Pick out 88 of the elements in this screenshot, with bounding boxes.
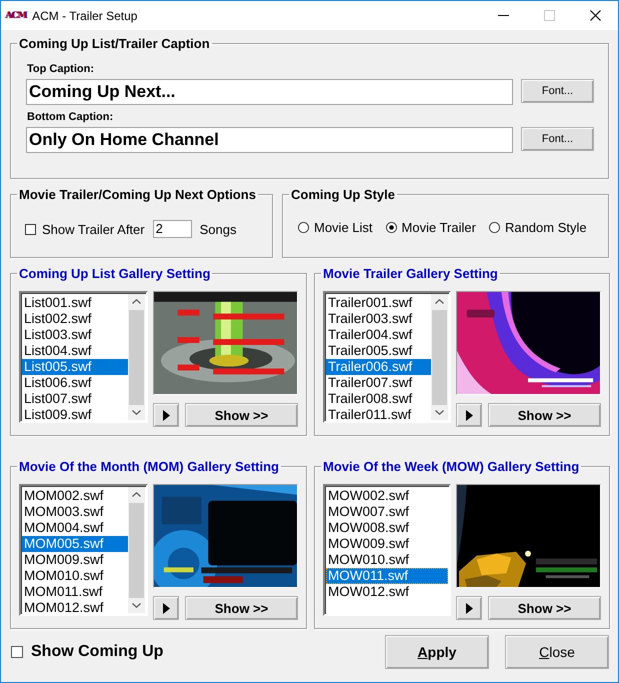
scroll-up-icon — [132, 299, 141, 304]
radio-button[interactable] — [298, 222, 309, 233]
list-item[interactable]: List001.swf — [22, 295, 128, 311]
radio-label: Movie Trailer — [402, 220, 476, 235]
file-list[interactable]: MOW002.swf MOW007.swf MOW008.swf MOW009.swf MOW010.swf MOW011.swf MOW012.swf — [323, 484, 451, 616]
play-button[interactable] — [456, 596, 482, 620]
list-item[interactable]: Trailer001.swf — [326, 295, 431, 311]
list-item[interactable]: MOW008.swf — [326, 520, 448, 536]
list-item[interactable]: Trailer003.swf — [326, 311, 431, 327]
list-item[interactable]: List003.swf — [22, 327, 128, 343]
list-item[interactable]: MOM012.swf — [22, 600, 128, 616]
list-item[interactable]: MOW011.swf — [326, 568, 448, 584]
close-dialog-button[interactable]: Close — [505, 635, 609, 669]
file-list[interactable]: List001.swf List002.swf List003.swf List004.swf List005.swf List006.swf List007.swf List009.swf — [19, 291, 148, 423]
radio-button[interactable] — [488, 222, 500, 233]
show-button[interactable]: Show >> — [488, 403, 601, 427]
list-item[interactable]: List009.swf — [22, 407, 128, 423]
group-title: Coming Up Style — [290, 187, 396, 202]
close-icon — [590, 10, 600, 21]
play-icon — [162, 410, 170, 420]
checkbox[interactable] — [25, 224, 36, 234]
font-button[interactable]: Font... — [521, 127, 594, 151]
show-button[interactable]: Show >> — [185, 403, 298, 427]
window-title: ACM - Trailer Setup — [32, 8, 138, 22]
list-item[interactable]: MOM005.swf — [22, 536, 128, 552]
scrollbar[interactable] — [431, 294, 448, 420]
list-item[interactable]: Trailer004.swf — [326, 327, 431, 343]
caption-field[interactable]: Coming Up Next... — [26, 79, 513, 105]
play-button[interactable] — [153, 596, 179, 620]
list-item[interactable]: Trailer011.swf — [326, 407, 431, 423]
scroll-down-icon — [132, 602, 141, 608]
group-title: Movie Of the Month (MOM) Gallery Setting — [18, 459, 280, 474]
checkbox-label: Show Trailer After — [42, 222, 145, 236]
scroll-up-icon — [132, 492, 141, 498]
list-item[interactable]: MOW002.swf — [326, 488, 448, 504]
font-button[interactable]: Font... — [521, 79, 594, 103]
list-item[interactable]: Trailer008.swf — [326, 391, 431, 407]
maximize-icon — [544, 10, 554, 21]
play-button[interactable] — [456, 403, 482, 427]
field-label: Bottom Caption: — [27, 111, 114, 123]
show-button[interactable]: Show >> — [185, 596, 298, 620]
scrollbar[interactable] — [128, 294, 145, 420]
field-label: Top Caption: — [27, 63, 95, 75]
list-item[interactable]: List005.swf — [22, 359, 128, 375]
play-button[interactable] — [153, 403, 179, 427]
group-title: Movie Trailer/Coming Up Next Options — [18, 187, 257, 202]
group-title: Coming Up List Gallery Setting — [18, 266, 212, 281]
group-title: Coming Up List/Trailer Caption — [18, 36, 211, 51]
apply-button[interactable]: Apply — [385, 635, 489, 669]
checkbox[interactable] — [11, 646, 23, 658]
list-item[interactable]: MOM010.swf — [22, 568, 128, 584]
list-item[interactable]: List004.swf — [22, 343, 128, 359]
list-item[interactable]: MOM011.swf — [22, 584, 128, 600]
song-count-field[interactable]: 2 — [152, 220, 192, 238]
list-item[interactable]: MOM009.swf — [22, 552, 128, 568]
scroll-down-icon — [132, 410, 141, 415]
app-logo: ACM — [5, 10, 26, 20]
list-item[interactable]: MOW012.swf — [326, 584, 448, 600]
list-item[interactable]: Trailer005.swf — [326, 343, 431, 359]
show-button[interactable]: Show >> — [488, 596, 601, 620]
minimize-icon — [498, 15, 508, 16]
list-item[interactable]: MOM004.swf — [22, 520, 128, 536]
checkbox-label: Show Coming Up — [31, 643, 164, 661]
unit-label: Songs — [200, 222, 236, 236]
list-item[interactable]: MOM003.swf — [22, 504, 128, 520]
radio-label: Random Style — [504, 220, 587, 235]
list-item[interactable]: MOM002.swf — [22, 488, 128, 504]
list-item[interactable]: List007.swf — [22, 391, 128, 407]
scroll-down-icon — [435, 410, 444, 415]
file-list[interactable]: Trailer001.swf Trailer003.swf Trailer004.swf Trailer005.swf Trailer006.swf Trailer007.swf Trailer008.swf Trailer011.swf — [323, 291, 451, 423]
list-item[interactable]: List006.swf — [22, 375, 128, 391]
scrollbar[interactable] — [128, 487, 145, 613]
play-icon — [466, 410, 472, 420]
radio-button[interactable] — [386, 222, 397, 233]
scroll-up-icon — [435, 299, 444, 304]
list-item[interactable]: Trailer006.swf — [326, 359, 431, 375]
list-item[interactable]: MOW009.swf — [326, 536, 448, 552]
group-title: Movie Of the Week (MOW) Gallery Setting — [322, 459, 580, 474]
list-item[interactable]: Trailer007.swf — [326, 375, 431, 391]
group-title: Movie Trailer Gallery Setting — [322, 266, 499, 281]
list-item[interactable]: MOW010.swf — [326, 552, 448, 568]
play-icon — [466, 602, 472, 614]
radio-label: Movie List — [314, 220, 373, 235]
list-item[interactable]: MOW007.swf — [326, 504, 448, 520]
play-icon — [162, 602, 170, 614]
caption-field[interactable]: Only On Home Channel — [26, 127, 513, 153]
list-item[interactable]: List002.swf — [22, 311, 128, 327]
file-list[interactable]: MOM002.swf MOM003.swf MOM004.swf MOM005.swf MOM009.swf MOM010.swf MOM011.swf MOM012.swf — [19, 484, 148, 616]
